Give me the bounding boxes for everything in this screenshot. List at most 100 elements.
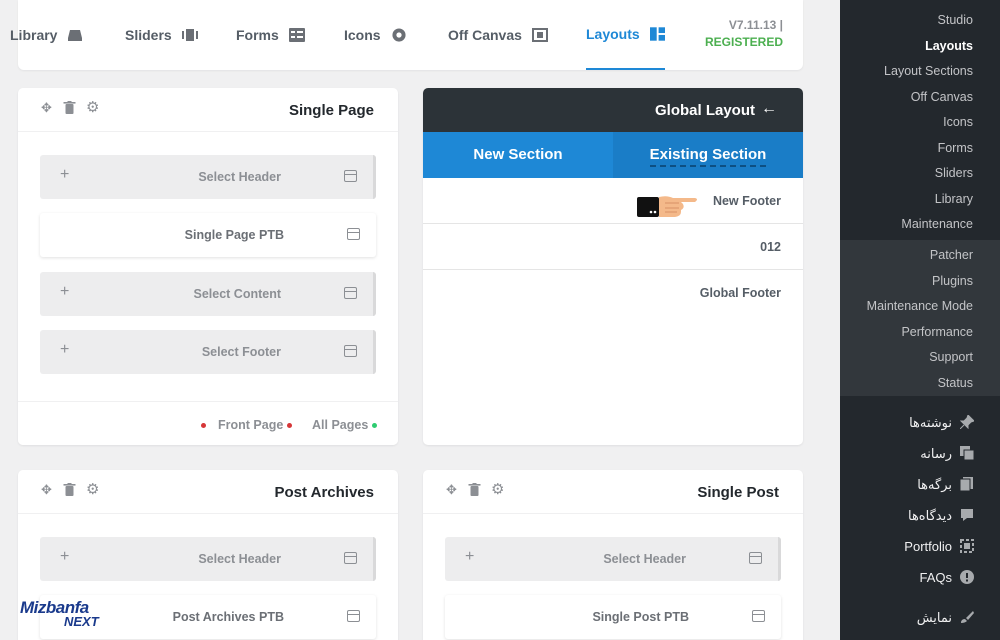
sidebar-item-plugins[interactable]: Plugins	[840, 269, 1000, 295]
pointing-hand-icon	[637, 196, 697, 217]
sidebar-item-layout-sections[interactable]: Layout Sections	[840, 59, 1000, 85]
status-dot	[286, 423, 292, 429]
gear-icon[interactable]: ⚙	[86, 100, 99, 115]
all-pages-assignment[interactable]: All Pages	[312, 418, 377, 432]
select-header-slot[interactable]: + Select Header	[40, 537, 376, 581]
sidebar-item-off-canvas[interactable]: Off Canvas	[840, 85, 1000, 111]
portfolio-icon	[960, 539, 974, 553]
header-icon	[752, 610, 765, 622]
single-post-card: ✥ ⚙ Single Post + Select Header Single P…	[423, 470, 803, 640]
trash-icon[interactable]	[63, 483, 76, 496]
pin-icon	[960, 415, 974, 429]
sidebar-item-portfolio[interactable]: Portfolio	[840, 531, 1000, 562]
list-item[interactable]: 012	[423, 224, 803, 270]
list-item[interactable]: New Footer	[423, 178, 803, 224]
sidebar-item-media[interactable]: رسانه	[840, 438, 1000, 469]
card-title: Single Page	[288, 102, 374, 119]
card-tools: ✥ ⚙	[40, 482, 99, 497]
card-header: ✥ ⚙ Single Page	[18, 88, 398, 132]
version-info: V7.11.13 | REGISTERED	[705, 17, 783, 51]
header-icon	[347, 610, 360, 622]
tab-forms[interactable]: Forms	[236, 0, 305, 70]
front-page-assignment[interactable]: Front Page	[201, 418, 292, 432]
single-page-card: ✥ ⚙ Single Page + Select Header Single P…	[18, 88, 398, 445]
content-icon	[344, 287, 357, 299]
header-icon	[344, 552, 357, 564]
move-icon[interactable]: ✥	[40, 101, 53, 114]
sidebar-item-sliders[interactable]: Sliders	[840, 161, 1000, 187]
tab-library[interactable]: Library	[10, 0, 83, 70]
back-arrow-icon[interactable]: ←	[761, 100, 777, 118]
library-icon	[68, 30, 83, 41]
plus-icon[interactable]: +	[60, 548, 69, 566]
sidebar-item-posts[interactable]: نوشته‌ها	[840, 407, 1000, 438]
off-canvas-icon	[531, 28, 548, 42]
top-nav: Library Sliders Forms Icons Off Canvas L…	[10, 0, 803, 70]
section-tabs: New Section Existing Section	[423, 132, 803, 178]
plus-icon[interactable]: +	[60, 166, 69, 184]
select-content-slot[interactable]: + Select Content	[40, 272, 376, 316]
move-icon[interactable]: ✥	[40, 483, 53, 496]
sidebar-item-appearance[interactable]: نمایش	[840, 602, 1000, 633]
status-dot	[371, 423, 377, 429]
header-icon	[347, 228, 360, 240]
sidebar-item-faqs[interactable]: FAQs	[840, 562, 1000, 593]
sidebar-item-performance[interactable]: Performance	[840, 320, 1000, 346]
sliders-icon	[181, 29, 198, 41]
plus-icon[interactable]: +	[465, 548, 474, 566]
sidebar-item-pages[interactable]: برگه‌ها	[840, 469, 1000, 500]
card-title: Single Post	[697, 484, 779, 501]
panel-title: Global Layout	[654, 102, 755, 119]
list-item[interactable]: Global Footer	[423, 270, 803, 316]
sidebar-item-maintenance-mode[interactable]: Maintenance Mode	[840, 294, 1000, 320]
footer-icon	[344, 345, 357, 357]
gear-icon[interactable]: ⚙	[491, 482, 504, 497]
card-header: ✥ ⚙ Post Archives	[18, 470, 398, 514]
status-dot	[201, 423, 206, 429]
sidebar-item-library[interactable]: Library	[840, 187, 1000, 213]
sidebar-item-studio[interactable]: Studio	[840, 8, 1000, 34]
tab-sliders[interactable]: Sliders	[125, 0, 198, 70]
plus-icon[interactable]: +	[60, 283, 69, 301]
tab-new-section[interactable]: New Section	[423, 132, 613, 178]
pages-icon	[960, 477, 973, 491]
tab-existing-section[interactable]: Existing Section	[613, 132, 803, 178]
sidebar-item-icons[interactable]: Icons	[840, 110, 1000, 136]
submenu-top: Studio Layouts Layout Sections Off Canva…	[840, 8, 1000, 238]
forms-icon	[288, 28, 305, 42]
header-icon	[344, 170, 357, 182]
tab-off-canvas[interactable]: Off Canvas	[448, 0, 548, 70]
icons-icon	[392, 28, 406, 42]
global-layout-header: Global Layout ←	[423, 88, 803, 132]
trash-icon[interactable]	[468, 483, 481, 496]
select-header-slot[interactable]: + Select Header	[445, 537, 781, 581]
tab-layouts[interactable]: Layouts	[586, 0, 665, 70]
sidebar-item-maintenance[interactable]: Maintenance	[840, 212, 1000, 238]
sidebar-item-patcher[interactable]: Patcher	[840, 243, 1000, 269]
tab-icons[interactable]: Icons	[344, 0, 407, 70]
card-tools: ✥ ⚙	[445, 482, 504, 497]
card-tools: ✥ ⚙	[40, 100, 99, 115]
select-footer-slot[interactable]: + Select Footer	[40, 330, 376, 374]
media-icon	[960, 446, 974, 460]
single-page-ptb-slot[interactable]: Single Page PTB	[40, 213, 376, 257]
plus-icon[interactable]: +	[60, 341, 69, 359]
sidebar-item-status[interactable]: Status	[840, 371, 1000, 397]
appearance-icon	[961, 611, 974, 623]
submenu-bottom: Patcher Plugins Maintenance Mode Perform…	[840, 240, 1000, 396]
sidebar-item-support[interactable]: Support	[840, 345, 1000, 371]
layouts-icon	[649, 27, 665, 41]
mizbanfa-logo: Mizbanfa NEXT	[20, 598, 99, 629]
move-icon[interactable]: ✥	[445, 483, 458, 496]
registration-status: REGISTERED	[704, 35, 783, 49]
single-post-ptb-slot[interactable]: Single Post PTB	[445, 595, 781, 639]
sidebar-item-layouts[interactable]: Layouts	[840, 34, 1000, 60]
sidebar-item-forms[interactable]: Forms	[840, 136, 1000, 162]
gear-icon[interactable]: ⚙	[86, 482, 99, 497]
version-number: V7.11.13 |	[728, 18, 783, 32]
trash-icon[interactable]	[63, 101, 76, 114]
global-layout-panel: Global Layout ← New Section Existing Sec…	[423, 88, 803, 445]
sidebar-item-comments[interactable]: دیدگاه‌ها	[840, 500, 1000, 531]
select-header-slot[interactable]: + Select Header	[40, 155, 376, 199]
card-header: ✥ ⚙ Single Post	[423, 470, 803, 514]
